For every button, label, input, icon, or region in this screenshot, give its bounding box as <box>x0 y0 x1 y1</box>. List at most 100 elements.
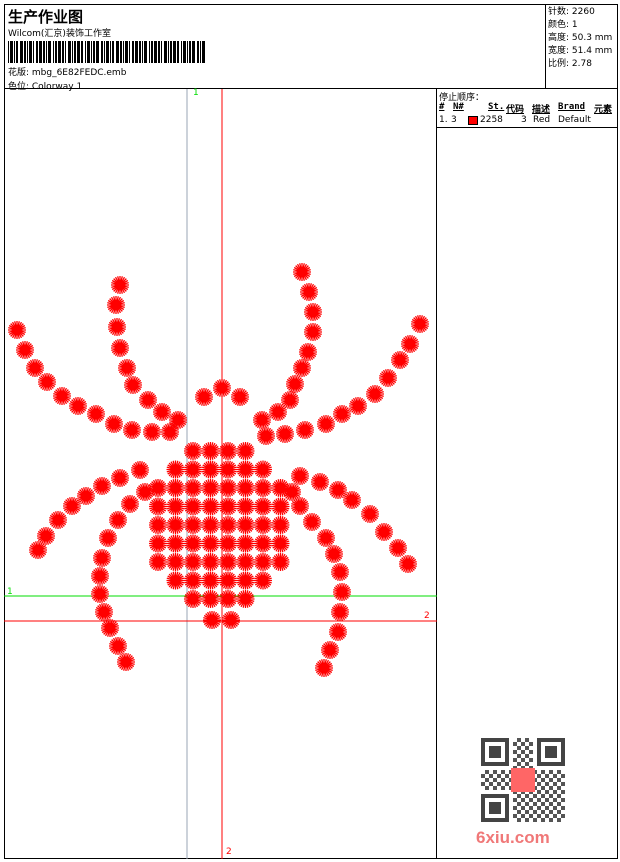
stitch-star-center <box>242 596 249 602</box>
table-header: # N# St. 代码 描述 Brand 元素 <box>439 102 616 115</box>
stitch-star-center <box>124 365 130 371</box>
stitch-star-center <box>277 522 284 528</box>
watermark-logo: 6xiu.com <box>476 828 550 847</box>
stitch-star-center <box>99 555 105 561</box>
stitch-star-center <box>385 375 391 381</box>
stitch-star-center <box>260 503 266 510</box>
stitch-star-center <box>207 559 214 565</box>
stitch-star-center <box>260 577 266 584</box>
stitch-star-center <box>207 448 214 454</box>
stitch-star-center <box>190 540 196 547</box>
stitch-star-center <box>172 522 179 528</box>
stitch-count: 针数: 2260 <box>548 7 595 17</box>
stitch-star-center <box>335 487 341 493</box>
col-needle: N# <box>453 102 464 112</box>
guide-label-v1: 1 <box>193 88 199 98</box>
stitch-star-center <box>130 382 136 388</box>
stitch-star-center <box>242 503 249 510</box>
design-scale: 比例: 2.78 <box>548 59 592 69</box>
stitch-star-center <box>155 522 161 528</box>
barcode <box>8 41 206 63</box>
stitch-star-center <box>149 429 155 435</box>
table-row[interactable]: 1. 3 2258 3 Red Default <box>439 115 616 127</box>
stitch-star-center <box>123 659 129 665</box>
stitch-star-center <box>225 466 231 473</box>
stitch-star-center <box>155 485 161 491</box>
stitch-star-center <box>201 394 207 400</box>
stitch-star-center <box>310 329 316 335</box>
stitch-star-center <box>263 433 269 439</box>
stitch-star-center <box>242 522 249 528</box>
stitch-star-center <box>242 559 249 565</box>
stitch-star-center <box>127 501 133 507</box>
stitch-star-center <box>172 503 179 510</box>
stitch-star-center <box>137 467 143 473</box>
stitch-star-center <box>292 381 298 387</box>
stitch-star-center <box>190 503 196 510</box>
stitch-star-center <box>44 379 50 385</box>
stitch-star-center <box>107 625 113 631</box>
stitch-star-center <box>105 535 111 541</box>
stitch-star-center <box>14 327 20 333</box>
stitch-star-center <box>101 609 107 615</box>
stitch-star-center <box>260 522 266 528</box>
stitch-star-center <box>172 559 179 565</box>
stitch-star-center <box>355 403 361 409</box>
stitch-star-center <box>242 485 249 491</box>
stitch-star-center <box>115 643 121 649</box>
stitch-star-center <box>155 503 161 510</box>
stitch-star-center <box>287 397 293 403</box>
row-code: 3 <box>521 115 527 125</box>
stitch-star-center <box>219 385 225 391</box>
stitch-star-center <box>337 569 343 575</box>
stitch-star-center <box>225 448 231 454</box>
stitch-star-center <box>207 522 214 528</box>
stitch-star-center <box>207 485 214 491</box>
stitch-star-center <box>395 545 401 551</box>
page-title: 生产作业图 <box>8 8 84 26</box>
stitch-star-center <box>207 503 214 510</box>
stitch-star-center <box>207 577 214 584</box>
stitch-star-center <box>306 289 312 295</box>
stitch-star-center <box>113 302 119 308</box>
stitch-star-center <box>190 466 196 473</box>
stitch-star-center <box>190 485 196 491</box>
stitch-star-center <box>277 540 284 547</box>
stitch-star-center <box>339 589 345 595</box>
stitch-star-center <box>323 535 329 541</box>
stitch-star-center <box>115 517 121 523</box>
stitch-star-center <box>242 540 249 547</box>
stitch-star-center <box>167 429 173 435</box>
stitch-star-center <box>59 393 65 399</box>
stitch-star-center <box>381 529 387 535</box>
design-height: 高度: 50.3 mm <box>548 33 613 43</box>
stitch-star-center <box>260 540 266 547</box>
stitch-star-center <box>190 577 196 584</box>
stitch-star-center <box>417 321 423 327</box>
stitch-star-center <box>43 533 49 539</box>
stitch-star-center <box>277 503 284 510</box>
stitch-star-center <box>225 559 231 565</box>
col-description: 描述 <box>532 105 551 115</box>
stitch-star-center <box>275 409 281 415</box>
stitch-star-center <box>32 365 38 371</box>
stitch-star-center <box>159 409 165 415</box>
col-stitches: St. <box>488 102 505 112</box>
stitch-star-center <box>69 503 75 509</box>
stitch-star-center <box>277 485 284 491</box>
stitch-star-center <box>339 411 345 417</box>
guide-label-h1: 1 <box>7 587 13 597</box>
stitch-star-center <box>259 417 265 423</box>
stitch-star-center <box>175 417 181 423</box>
stitch-star-center <box>237 394 243 400</box>
stitch-star-center <box>97 591 103 597</box>
stitch-star-center <box>397 357 403 363</box>
stitch-star-center <box>242 448 249 454</box>
stitch-star-center <box>22 347 28 353</box>
row-needle: 3 <box>451 115 457 125</box>
stitch-star-center <box>114 324 120 330</box>
stitch-star-center <box>407 341 413 347</box>
stitch-star-center <box>323 421 329 427</box>
stitch-star-center <box>190 559 196 565</box>
stitch-star-center <box>225 522 231 528</box>
